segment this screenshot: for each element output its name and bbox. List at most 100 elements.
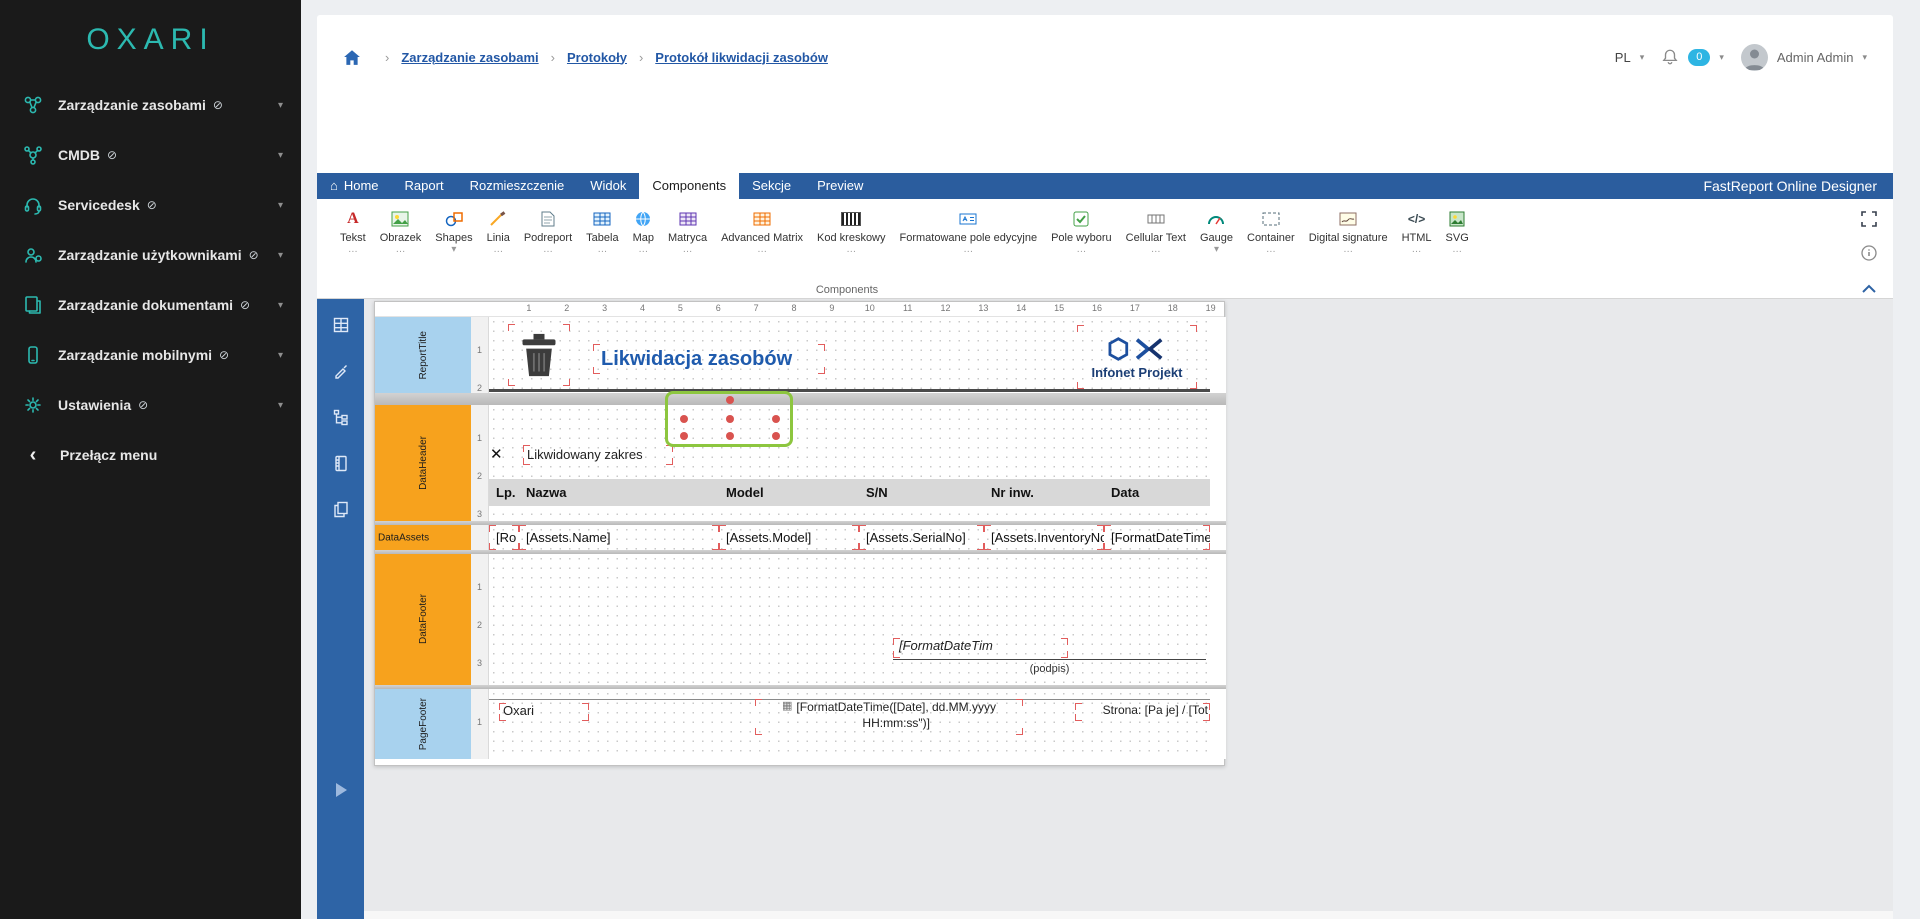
band-label-data-assets[interactable]: DataAssets	[375, 525, 471, 550]
component-svg[interactable]: SVG…	[1439, 207, 1476, 255]
line-object[interactable]	[489, 389, 1210, 392]
data-cell-name[interactable]: [Assets.Name]	[519, 525, 719, 550]
run-icon[interactable]	[317, 767, 364, 813]
band-content-data-footer[interactable]: [FormatDateTim (podpis)	[489, 554, 1210, 685]
sidebar-item-zarzadzanie-uzytkownikami[interactable]: Zarządzanie użytkownikami ⊘ ▾	[0, 230, 301, 280]
tab-preview[interactable]: Preview	[804, 173, 876, 199]
band-label-report-title[interactable]: ReportTitle	[375, 317, 471, 393]
pages-icon[interactable]	[317, 486, 364, 532]
component-podreport[interactable]: Podreport…	[517, 207, 579, 255]
header-cell-data[interactable]: Data	[1104, 479, 1210, 506]
chevron-down-icon[interactable]: ▾	[1719, 52, 1724, 63]
tab-rozmieszczenie[interactable]: Rozmieszczenie	[457, 173, 578, 199]
bell-icon[interactable]	[1661, 48, 1679, 66]
properties-grid-icon[interactable]	[317, 302, 364, 348]
component-kod-kreskowy[interactable]: Kod kreskowy…	[810, 207, 892, 255]
home-icon[interactable]	[343, 48, 363, 66]
trash-image-object[interactable]	[508, 324, 570, 386]
fullscreen-icon[interactable]	[1861, 211, 1877, 232]
component-linia[interactable]: Linia…	[480, 207, 517, 255]
components-toolbar: A Tekst… Obrazek… Shapes▾ Linia… Podrepo…	[317, 199, 1893, 299]
brush-icon[interactable]	[317, 348, 364, 394]
selection-handle[interactable]	[726, 432, 734, 440]
sidebar-item-zarzadzanie-zasobami[interactable]: Zarządzanie zasobami ⊘ ▾	[0, 80, 301, 130]
selection-handle[interactable]	[680, 432, 688, 440]
sidebar-item-ustawienia[interactable]: Ustawienia ⊘ ▾	[0, 380, 301, 430]
component-obrazek[interactable]: Obrazek…	[373, 207, 429, 255]
component-shapes[interactable]: Shapes▾	[428, 207, 479, 255]
component-cellular-text[interactable]: Cellular Text…	[1119, 207, 1193, 255]
component-tabela[interactable]: Tabela…	[579, 207, 625, 255]
header-cell-lp[interactable]: Lp.	[489, 479, 519, 506]
sidebar-toggle-menu[interactable]: ‹ Przełącz menu	[0, 430, 301, 480]
component-matryca[interactable]: Matryca…	[661, 207, 714, 255]
selection-handle[interactable]	[772, 415, 780, 423]
selection-handle[interactable]	[726, 415, 734, 423]
tab-components[interactable]: Components	[639, 173, 739, 199]
language-selector[interactable]: PL	[1615, 50, 1631, 65]
band-content-page-footer[interactable]: Oxari ▦ [FormatDateTime([Date], dd.MM.yy…	[489, 689, 1210, 759]
tab-sekcje[interactable]: Sekcje	[739, 173, 804, 199]
component-tekst[interactable]: A Tekst…	[333, 207, 373, 255]
header-cell-model[interactable]: Model	[719, 479, 859, 506]
tab-raport[interactable]: Raport	[392, 173, 457, 199]
delete-section-icon[interactable]: ✕	[490, 445, 503, 463]
data-cell-serial[interactable]: [Assets.SerialNo]	[859, 525, 984, 550]
component-html[interactable]: </> HTML…	[1395, 207, 1439, 255]
selection-handle[interactable]	[772, 432, 780, 440]
component-container[interactable]: Container…	[1240, 207, 1302, 255]
line-icon	[489, 207, 507, 231]
chevron-down-icon: ▾	[278, 150, 283, 161]
report-title-text-object[interactable]: Likwidacja zasobów	[593, 344, 825, 374]
breadcrumb-link-zasoby[interactable]: Zarządzanie zasobami	[401, 50, 538, 65]
band-label-page-footer[interactable]: PageFooter	[375, 689, 471, 759]
footer-datetime-object[interactable]: ▦ [FormatDateTime([Date], dd.MM.yyyy HH:…	[755, 699, 1023, 735]
component-map[interactable]: Map…	[626, 207, 661, 255]
tab-home[interactable]: ⌂Home	[317, 173, 392, 199]
band-content-report-title[interactable]: Likwidacja zasobów Infonet Projekt	[489, 317, 1210, 393]
data-cell-date[interactable]: [FormatDateTime	[1104, 525, 1210, 550]
sidebar-item-servicedesk[interactable]: Servicedesk ⊘ ▾	[0, 180, 301, 230]
band-content-data-assets[interactable]: [Ro [Assets.Name] [Assets.Model] [Assets…	[489, 525, 1210, 550]
selection-handle[interactable]	[726, 396, 734, 404]
header-cell-nazwa[interactable]: Nazwa	[519, 479, 719, 506]
horizontal-scrollbar[interactable]	[364, 911, 1893, 919]
band-content-data-header[interactable]: ✕ Likwidowany zakres Lp. Nazwa Model S/N…	[489, 405, 1210, 521]
data-cell-inventory[interactable]: [Assets.InventoryNo	[984, 525, 1104, 550]
data-cell-model[interactable]: [Assets.Model]	[719, 525, 859, 550]
component-pole-wyboru[interactable]: Pole wyboru…	[1044, 207, 1119, 255]
chevron-down-icon[interactable]: ▾	[1862, 52, 1867, 63]
sidebar-item-cmdb[interactable]: CMDB ⊘ ▾	[0, 130, 301, 180]
tab-widok[interactable]: Widok	[577, 173, 639, 199]
sidebar-item-zarzadzanie-dokumentami[interactable]: Zarządzanie dokumentami ⊘ ▾	[0, 280, 301, 330]
report-tree-icon[interactable]	[317, 394, 364, 440]
selection-box[interactable]	[665, 391, 793, 447]
signature-caption[interactable]: (podpis)	[893, 663, 1206, 675]
collapse-toolbar-chevron-icon[interactable]	[1861, 281, 1877, 299]
data-cell-row-number[interactable]: [Ro	[489, 525, 519, 550]
band-label-data-header[interactable]: DataHeader	[375, 405, 471, 521]
data-dictionary-icon[interactable]	[317, 440, 364, 486]
header-cell-sn[interactable]: S/N	[859, 479, 984, 506]
avatar[interactable]	[1741, 44, 1768, 71]
sidebar-item-zarzadzanie-mobilnymi[interactable]: Zarządzanie mobilnymi ⊘ ▾	[0, 330, 301, 380]
info-icon[interactable]	[1861, 245, 1877, 266]
svg-icon	[1449, 207, 1465, 231]
footer-page-number-object[interactable]: Strona: [Pa je] / [Tot	[1075, 703, 1210, 721]
breadcrumb-link-protokoly[interactable]: Protokoły	[567, 50, 627, 65]
selection-handle[interactable]	[680, 415, 688, 423]
component-digital-signature[interactable]: Digital signature…	[1302, 207, 1395, 255]
band-separator[interactable]	[375, 393, 1226, 405]
component-formatowane-pole-edycyjne[interactable]: Formatowane pole edycyjne…	[893, 207, 1045, 255]
signature-date-object[interactable]: [FormatDateTim	[893, 638, 1068, 658]
signature-line-object[interactable]	[893, 659, 1206, 660]
band-label-data-footer[interactable]: DataFooter	[375, 554, 471, 685]
app-logo: OXARI	[0, 0, 301, 80]
header-cell-nr-inw[interactable]: Nr inw.	[984, 479, 1104, 506]
breadcrumb-link-protokol-likwidacji[interactable]: Protokół likwidacji zasobów	[655, 50, 828, 65]
footer-left-object[interactable]: Oxari	[499, 703, 589, 721]
infonet-logo-object[interactable]: Infonet Projekt	[1077, 325, 1197, 389]
section-label-object[interactable]: Likwidowany zakres	[523, 445, 673, 465]
component-gauge[interactable]: Gauge▾	[1193, 207, 1240, 255]
component-advanced-matrix[interactable]: Advanced Matrix…	[714, 207, 810, 255]
